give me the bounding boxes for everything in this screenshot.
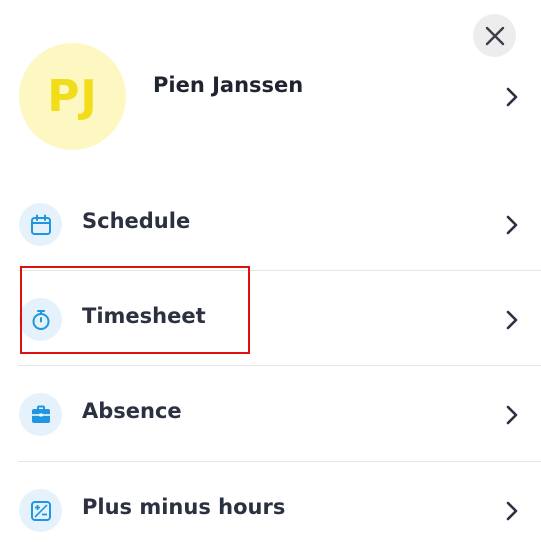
stopwatch-icon [19,298,62,341]
menu-item-label: Timesheet [82,304,206,328]
calendar-icon [19,203,62,246]
profile-name: Pien Janssen [153,73,304,97]
chevron-right-icon [506,310,518,330]
avatar: PJ [19,43,126,150]
profile-row[interactable]: PJ Pien Janssen [0,0,541,160]
briefcase-icon [19,393,62,436]
chevron-right-icon [506,501,518,521]
chevron-right-icon [506,87,518,107]
menu-item-timesheet[interactable]: Timesheet [0,271,541,366]
avatar-initials: PJ [47,71,98,122]
menu-panel: PJ Pien Janssen Schedule Timesheet Absen… [0,0,541,551]
menu-item-plus-minus-hours[interactable]: Plus minus hours [0,462,541,551]
menu-item-label: Absence [82,399,182,423]
plus-minus-icon [19,489,62,532]
menu-item-label: Plus minus hours [82,495,286,519]
chevron-right-icon [506,215,518,235]
chevron-right-icon [506,405,518,425]
menu-item-absence[interactable]: Absence [0,366,541,461]
menu-item-label: Schedule [82,209,191,233]
menu-item-schedule[interactable]: Schedule [0,176,541,271]
